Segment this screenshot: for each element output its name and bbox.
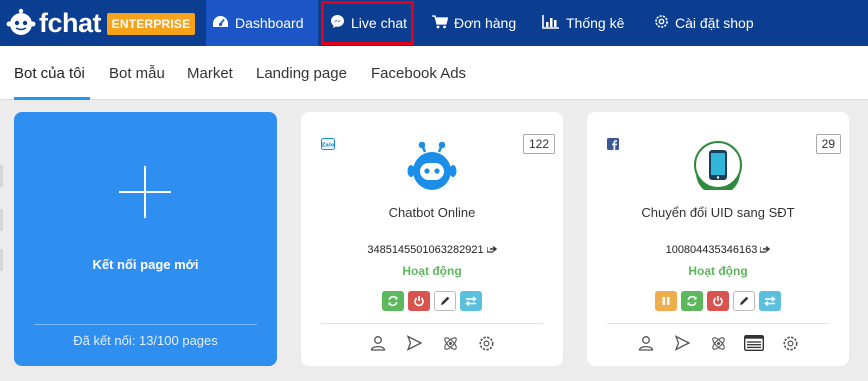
refresh-icon: [687, 295, 697, 307]
gear-icon[interactable]: [476, 333, 496, 353]
atom-icon[interactable]: [708, 333, 728, 353]
active-tab-indicator: [14, 97, 90, 100]
nav-stats[interactable]: Thống kê: [542, 0, 624, 46]
gear-icon: [654, 14, 675, 32]
fchat-logo[interactable]: fchat: [6, 8, 102, 38]
user-icon[interactable]: [368, 333, 388, 353]
sub-tab-bar: Bot của tôi Bot mẫu Market Landing page …: [0, 46, 868, 100]
plus-icon-vertical: [144, 166, 146, 218]
bot-name: Chatbot Online: [388, 205, 476, 220]
divider: [34, 324, 257, 325]
bot-status: Hoạt động: [402, 264, 462, 278]
nav-live-chat[interactable]: Live chat: [321, 1, 414, 45]
svg-text:Zalo: Zalo: [321, 143, 335, 149]
external-link-icon[interactable]: [759, 244, 771, 256]
pause-icon: [662, 297, 670, 305]
nav-stats-label: Thống kê: [566, 15, 625, 31]
top-navbar: fchat ENTERPRISE Dashboard Live chat Đơn…: [0, 0, 868, 46]
pencil-icon: [441, 296, 450, 305]
bot-status: Hoạt động: [688, 264, 748, 278]
power-button[interactable]: [408, 291, 430, 311]
pause-button[interactable]: [655, 291, 677, 311]
message-count-badge: 29: [815, 134, 841, 154]
bar-chart-icon: [542, 14, 566, 32]
messenger-icon: [330, 14, 351, 32]
tab-landing-page[interactable]: Landing page: [256, 65, 347, 82]
nav-orders-label: Đơn hàng: [454, 15, 517, 31]
bot-page-id[interactable]: 100804435346163: [587, 244, 849, 256]
bot-page-id[interactable]: 3485145501063282921: [301, 244, 563, 256]
send-icon[interactable]: [672, 333, 692, 353]
bot-action-buttons: [587, 291, 849, 311]
nav-dashboard-label: Dashboard: [235, 15, 304, 31]
divider: [607, 323, 829, 324]
bot-card[interactable]: Zalo 122 Chatbot Online 3485145501063282…: [301, 112, 563, 366]
tab-facebook-ads[interactable]: Facebook Ads: [371, 65, 466, 82]
message-count-badge: 122: [522, 134, 555, 154]
cart-icon: [432, 14, 454, 32]
bot-page-id-text: 3485145501063282921: [367, 244, 484, 256]
nav-orders[interactable]: Đơn hàng: [432, 0, 516, 46]
tab-market[interactable]: Market: [187, 65, 233, 82]
bot-name: Chuyển đổi UID sang SĐT: [641, 205, 795, 220]
bot-page-id-text: 100804435346163: [665, 244, 758, 256]
list-icon[interactable]: [744, 333, 764, 353]
nav-shop-settings[interactable]: Cài đặt shop: [654, 0, 754, 46]
refresh-button[interactable]: [681, 291, 703, 311]
edge-marks: [0, 165, 3, 271]
enterprise-badge: ENTERPRISE: [107, 13, 195, 35]
logo-text: fchat: [39, 8, 102, 38]
user-icon[interactable]: [636, 333, 656, 353]
bot-avatar: [406, 140, 458, 192]
phone-avatar-icon: [693, 140, 745, 195]
zalo-icon: Zalo: [321, 137, 335, 150]
atom-icon[interactable]: [440, 333, 460, 353]
bot-footer-icons: [587, 333, 849, 353]
refresh-icon: [388, 295, 398, 307]
bot-action-buttons: [301, 291, 563, 311]
gear-icon[interactable]: [780, 333, 800, 353]
edit-button[interactable]: [733, 291, 755, 311]
transfer-icon: [764, 296, 776, 307]
external-link-icon[interactable]: [486, 244, 497, 256]
transfer-button[interactable]: [759, 291, 781, 311]
refresh-button[interactable]: [382, 291, 404, 311]
connect-new-page-label: Kết nối page mới: [92, 257, 199, 272]
tab-bot-templates[interactable]: Bot mẫu: [109, 65, 165, 82]
transfer-button[interactable]: [460, 291, 482, 311]
connected-pages-count: Đã kết nối: 13/100 pages: [73, 333, 218, 348]
power-button[interactable]: [707, 291, 729, 311]
nav-live-chat-label: Live chat: [351, 15, 408, 31]
bot-footer-icons: [301, 333, 563, 353]
transfer-icon: [465, 296, 477, 307]
send-icon[interactable]: [404, 333, 424, 353]
divider: [321, 323, 543, 324]
power-icon: [713, 296, 723, 307]
tab-my-bots[interactable]: Bot của tôi: [14, 65, 85, 82]
fchat-logo-icon: [6, 8, 36, 38]
pencil-icon: [740, 296, 749, 305]
power-icon: [414, 296, 424, 307]
nav-shop-settings-label: Cài đặt shop: [675, 15, 754, 31]
edit-button[interactable]: [434, 291, 456, 311]
dashboard-icon: [212, 15, 235, 32]
connect-new-page-card[interactable]: Kết nối page mới Đã kết nối: 13/100 page…: [14, 112, 277, 366]
bot-card[interactable]: 29 Chuyển đổi UID sang SĐT 1008044353461…: [587, 112, 849, 366]
facebook-icon: [607, 137, 621, 150]
nav-dashboard[interactable]: Dashboard: [206, 0, 318, 46]
